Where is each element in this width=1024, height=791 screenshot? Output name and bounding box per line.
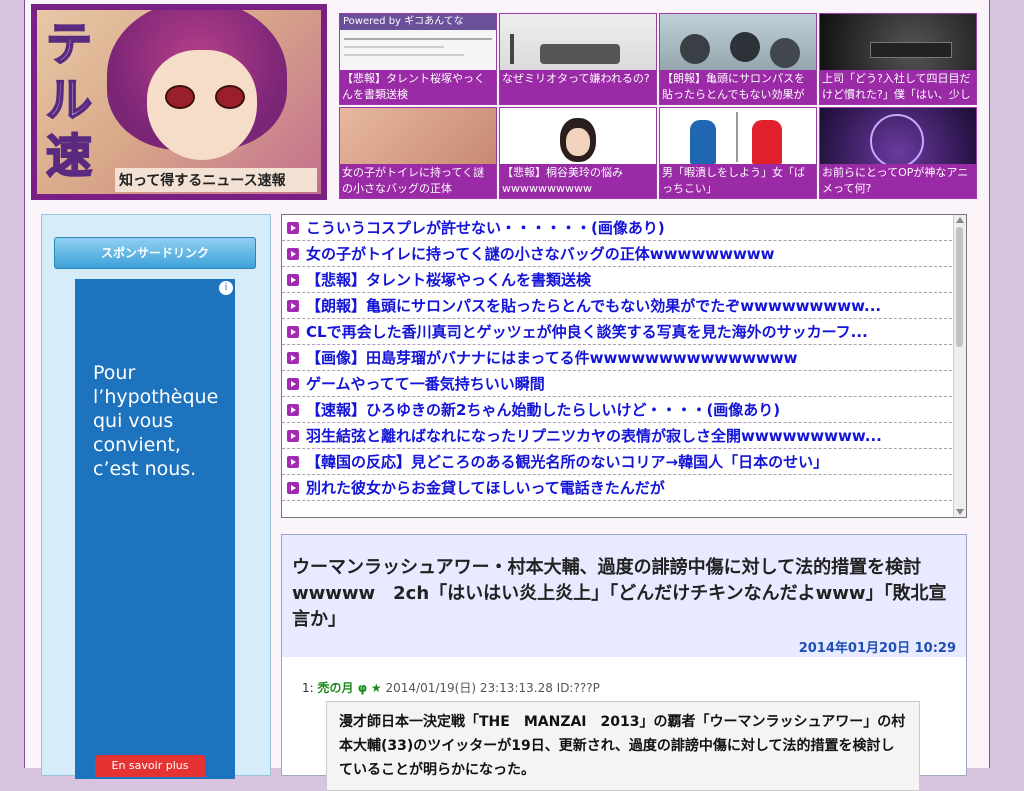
list-link[interactable]: 女の子がトイレに持ってく謎の小さなバッグの正体wwwwwwwww	[306, 243, 775, 264]
scroll-down-icon[interactable]	[956, 509, 964, 515]
list-item[interactable]: 別れた彼女からお金貸してほしいって電話きたんだが	[282, 475, 952, 501]
sidebar: スポンサードリンク i Pour l’hypothèque qui vous c…	[41, 214, 271, 779]
post-body: 漫才師日本一決定戦「THE MANZAI 2013」の覇者「ウーマンラッシュアワ…	[326, 701, 920, 791]
list-link[interactable]: CLで再会した香川真司とゲッツェが仲良く談笑する写真を見た海外のサッカーフ...	[306, 321, 868, 342]
list-link[interactable]: こういうコスプレが許せない・・・・・・(画像あり)	[306, 217, 665, 238]
sponsored-links-header: スポンサードリンク	[54, 237, 256, 269]
thumb-item[interactable]: Powered by ギコあんてな 【悲報】タレント桜塚やっくんを書類送検	[339, 13, 497, 105]
thumb-item[interactable]: 男「暇潰しをしよう」女「ばっちこい」	[659, 107, 817, 199]
thumb-caption: 上司「どう?入社して四日目だけど慣れた?」僕「はい、少しは	[820, 70, 976, 104]
arrow-bullet-icon	[287, 352, 299, 364]
list-item[interactable]: 【韓国の反応】見どころのある観光名所のないコリア→韓国人「日本のせい」	[282, 449, 952, 475]
site-logo[interactable]: テル速 知って得するニュース速報	[31, 4, 327, 200]
thumb-item[interactable]: 上司「どう?入社して四日目だけど慣れた?」僕「はい、少しは	[819, 13, 977, 105]
arrow-bullet-icon	[287, 404, 299, 416]
article: ウーマンラッシュアワー・村本大輔、過度の誹謗中傷に対して法的措置を検討wwwww…	[281, 534, 967, 791]
list-item[interactable]: ゲームやってて一番気持ちいい瞬間	[282, 371, 952, 397]
thumb-item[interactable]: 【朗報】亀頭にサロンパスを貼ったらとんでもない効果がでた	[659, 13, 817, 105]
thumb-item[interactable]: 【悲報】桐谷美玲の悩みwwwwwwwwww	[499, 107, 657, 199]
post-header: 1: 禿の月 φ ★ 2014/01/19(日) 23:13:13.28 ID:…	[302, 679, 600, 696]
list-item[interactable]: 羽生結弦と離ればなれになったリプニツカヤの表情が寂しさ全開wwwwwwwww..…	[282, 423, 952, 449]
logo-character-eye	[165, 85, 195, 109]
list-link[interactable]: 【朗報】亀頭にサロンパスを貼ったらとんでもない効果がでたぞwwwwwwwww..…	[306, 295, 881, 316]
arrow-bullet-icon	[287, 482, 299, 494]
thumb-caption: お前らにとってOPが神なアニメって何?	[820, 164, 976, 198]
star-icon: ★	[370, 681, 382, 695]
ad-text: Pour l’hypothèque qui vous convient, c’e…	[93, 362, 219, 480]
arrow-bullet-icon	[287, 300, 299, 312]
ad-info-icon[interactable]: i	[219, 281, 233, 295]
post-meta: 2014/01/19(日) 23:13:13.28 ID:???P	[385, 681, 600, 695]
thumb-caption: 【朗報】亀頭にサロンパスを貼ったらとんでもない効果がでた	[660, 70, 816, 104]
scroll-up-icon[interactable]	[956, 217, 964, 223]
thumb-item[interactable]: 女の子がトイレに持ってく謎の小さなバッグの正体wwwwwwww	[339, 107, 497, 199]
list-link[interactable]: 羽生結弦と離ればなれになったリプニツカヤの表情が寂しさ全開wwwwwwwww..…	[306, 425, 882, 446]
thumb-caption: なぜミリオタって嫌われるの?	[500, 70, 656, 104]
arrow-bullet-icon	[287, 248, 299, 260]
list-item[interactable]: こういうコスプレが許せない・・・・・・(画像あり)	[282, 215, 952, 241]
logo-tagline: 知って得するニュース速報	[115, 168, 317, 192]
thumb-caption: 【悲報】タレント桜塚やっくんを書類送検	[340, 70, 496, 104]
thumb-caption: 女の子がトイレに持ってく謎の小さなバッグの正体wwwwwwww	[340, 164, 496, 198]
list-link[interactable]: 【画像】田島芽瑠がバナナにはまってる件wwwwwwwwwwwwwww	[306, 347, 798, 368]
list-link[interactable]: 【悲報】タレント桜塚やっくんを書類送検	[306, 269, 591, 290]
list-item[interactable]: 【画像】田島芽瑠がバナナにはまってる件wwwwwwwwwwwwwww	[282, 345, 952, 371]
article-header: ウーマンラッシュアワー・村本大輔、過度の誹謗中傷に対して法的措置を検討wwwww…	[282, 535, 966, 657]
featured-thumbnails: Powered by ギコあんてな 【悲報】タレント桜塚やっくんを書類送検 なぜ…	[339, 13, 979, 201]
list-link[interactable]: ゲームやってて一番気持ちいい瞬間	[306, 373, 545, 394]
article-date: 2014年01月20日 10:29	[798, 641, 956, 656]
ad-banner[interactable]: i Pour l’hypothèque qui vous convient, c…	[75, 279, 235, 779]
scroll-thumb[interactable]	[956, 227, 963, 347]
post-author: 禿の月 φ	[317, 681, 368, 695]
arrow-bullet-icon	[287, 430, 299, 442]
thumb-caption: 男「暇潰しをしよう」女「ばっちこい」	[660, 164, 816, 198]
arrow-bullet-icon	[287, 222, 299, 234]
thumb-caption: 【悲報】桐谷美玲の悩みwwwwwwwwww	[500, 164, 656, 198]
post-number: 1:	[302, 681, 314, 695]
list-link[interactable]: 【速報】ひろゆきの新2ちゃん始動したらしいけど・・・・(画像あり)	[306, 399, 780, 420]
arrow-bullet-icon	[287, 378, 299, 390]
list-item[interactable]: CLで再会した香川真司とゲッツェが仲良く談笑する写真を見た海外のサッカーフ...	[282, 319, 952, 345]
logo-character-eye	[215, 85, 245, 109]
article-title[interactable]: ウーマンラッシュアワー・村本大輔、過度の誹謗中傷に対して法的措置を検討wwwww…	[292, 555, 954, 633]
logo-title: テル速	[45, 16, 93, 184]
thumb-item[interactable]: なぜミリオタって嫌われるの?	[499, 13, 657, 105]
list-scrollbar[interactable]	[953, 215, 966, 517]
list-item[interactable]: 【速報】ひろゆきの新2ちゃん始動したらしいけど・・・・(画像あり)	[282, 397, 952, 423]
arrow-bullet-icon	[287, 456, 299, 468]
ad-learn-more-button[interactable]: En savoir plus	[95, 755, 205, 777]
page: テル速 知って得するニュース速報 Powered by ギコあんてな 【悲報】タ…	[24, 0, 990, 791]
arrow-bullet-icon	[287, 326, 299, 338]
antenna-link-list: こういうコスプレが許せない・・・・・・(画像あり) 女の子がトイレに持ってく謎の…	[281, 214, 967, 518]
list-link[interactable]: 別れた彼女からお金貸してほしいって電話きたんだが	[306, 477, 665, 498]
thumb-item[interactable]: お前らにとってOPが神なアニメって何?	[819, 107, 977, 199]
arrow-bullet-icon	[287, 274, 299, 286]
list-link[interactable]: 【韓国の反応】見どころのある観光名所のないコリア→韓国人「日本のせい」	[306, 451, 828, 472]
list-item[interactable]: 【朗報】亀頭にサロンパスを貼ったらとんでもない効果がでたぞwwwwwwwww..…	[282, 293, 952, 319]
list-item[interactable]: 【悲報】タレント桜塚やっくんを書類送検	[282, 267, 952, 293]
list-item[interactable]: 女の子がトイレに持ってく謎の小さなバッグの正体wwwwwwwww	[282, 241, 952, 267]
antenna-banner: Powered by ギコあんてな	[340, 14, 496, 30]
logo-illustration: テル速 知って得するニュース速報	[37, 10, 321, 194]
